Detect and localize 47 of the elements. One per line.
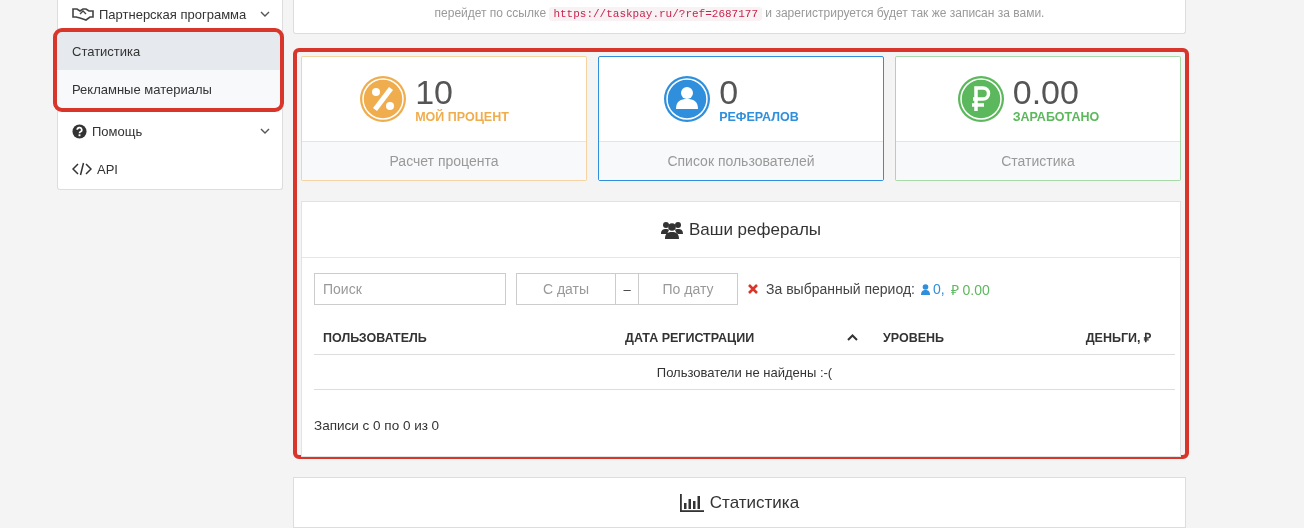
period-money: ₽ 0.00 — [950, 280, 990, 299]
stat-card[interactable]: 0 РЕФЕРАЛОВ Список пользователей — [598, 56, 884, 182]
chevron-icon — [260, 11, 270, 17]
period-label: За выбранный период: — [766, 281, 915, 298]
handshake-icon — [72, 7, 94, 21]
column-header[interactable]: ПОЛЬЗОВАТЕЛЬ — [314, 330, 616, 345]
submenu-item[interactable]: Статистика — [57, 32, 280, 70]
code-icon — [72, 162, 92, 176]
sidebar-label: Помощь — [92, 123, 144, 139]
help-icon — [72, 123, 87, 139]
submenu-item[interactable]: Рекламные материалы — [57, 70, 280, 108]
sidebar-item[interactable]: API — [58, 150, 282, 188]
referral-note: перейдет по ссылке https://taskpay.ru/?ref=2687177 и зарегистрируется будет так же записан за вами. — [434, 6, 1045, 20]
stat-value: 0.00 — [1012, 74, 1080, 111]
stat-card[interactable]: 10 МОЙ ПРОЦЕНТ Расчет процента — [301, 56, 587, 182]
stat-label: МОЙ ПРОЦЕНТ — [415, 110, 509, 125]
stat-icon — [359, 75, 408, 124]
date-from-field[interactable]: С даты — [516, 273, 616, 306]
stat-card[interactable]: 0.00 ЗАРАБОТАНО Статистика — [895, 56, 1181, 182]
period-users: 0, — [932, 281, 945, 298]
stat-icon — [956, 75, 1005, 124]
user-icon — [920, 283, 930, 295]
column-header[interactable]: ДЕНЬГИ, ₽ — [1024, 329, 1175, 347]
search-field[interactable]: Поиск — [314, 273, 506, 306]
column-header[interactable]: УРОВЕНЬ — [874, 330, 1024, 345]
sidebar-label: API — [97, 161, 119, 177]
bar-chart-icon — [679, 493, 704, 512]
card-footer: Статистика — [896, 142, 1180, 181]
sidebar-label: Партнерская программа — [99, 6, 248, 22]
referral-link[interactable]: https://taskpay.ru/?ref=2687177 — [549, 7, 763, 21]
sidebar-item[interactable]: Партнерская программа — [58, 0, 282, 28]
column-header[interactable]: ДАТА РЕГИСТРАЦИИ — [616, 330, 874, 345]
clear-icon[interactable] — [748, 284, 758, 295]
section-title: Статистика — [709, 492, 800, 513]
stat-label: РЕФЕРАЛОВ — [719, 110, 799, 125]
stat-icon — [663, 75, 712, 124]
sidebar-item[interactable]: Помощь — [58, 112, 282, 150]
card-footer: Расчет процента — [302, 142, 586, 181]
stat-label: ЗАРАБОТАНО — [1012, 110, 1100, 125]
card-footer: Список пользователей — [599, 142, 883, 181]
users-icon — [660, 220, 683, 239]
records-count: Записи с 0 по 0 из 0 — [314, 418, 441, 434]
date-to-field[interactable]: По дату — [638, 273, 738, 306]
empty-message: Пользователи не найдены :-( — [314, 355, 1175, 391]
stat-value: 0 — [719, 74, 740, 111]
chevron-icon — [260, 128, 270, 134]
section-title: Ваши рефералы — [688, 219, 822, 240]
